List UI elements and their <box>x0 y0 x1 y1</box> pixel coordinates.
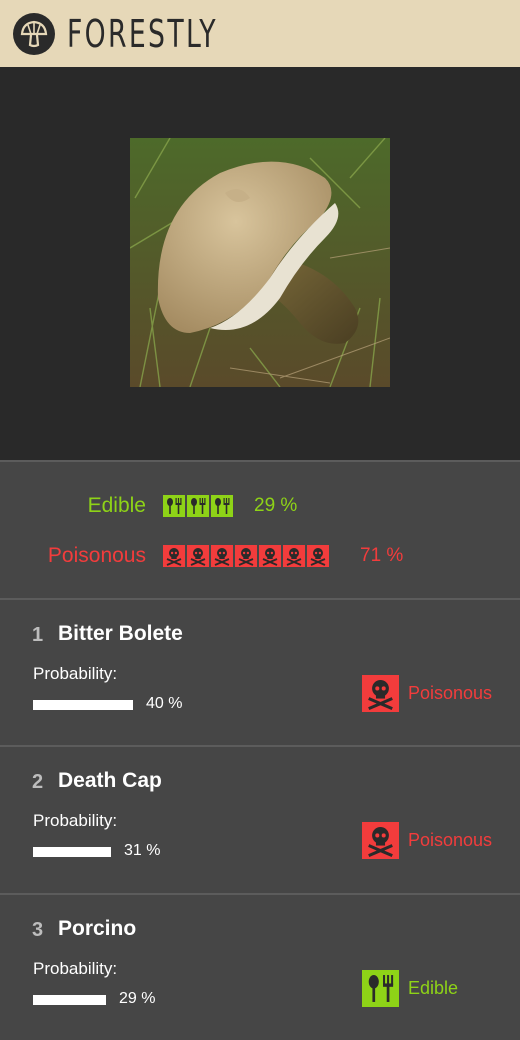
mushroom-logo-icon <box>13 12 55 55</box>
probability-percent: 31 % <box>124 842 161 859</box>
spoon-fork-icon <box>187 495 209 517</box>
probability-label: Probability: <box>33 664 118 683</box>
skull-crossbones-icon <box>362 675 399 712</box>
skull-crossbones-icon <box>235 545 257 567</box>
probability-percent: 29 % <box>119 990 156 1007</box>
skull-crossbones-icon <box>283 545 305 567</box>
result-card[interactable]: 3 Porcino Probability: 29 % Edible <box>0 895 520 1040</box>
poisonous-icon-bar <box>163 544 331 568</box>
spoon-fork-icon <box>211 495 233 517</box>
edible-summary-row: Edible 29 % <box>0 491 520 521</box>
result-card[interactable]: 2 Death Cap Probability: 31 % Poisonous <box>0 747 520 892</box>
app-header: FORESTLY <box>0 0 520 67</box>
app-title: FORESTLY <box>67 11 218 56</box>
spoon-fork-icon <box>362 970 399 1007</box>
result-name: Porcino <box>58 917 137 940</box>
probability-label: Probability: <box>33 959 118 978</box>
status-label: Edible <box>408 978 459 998</box>
poisonous-summary-row: Poisonous 71 % <box>0 541 520 571</box>
edible-label: Edible <box>87 494 146 517</box>
status-label: Poisonous <box>408 830 493 850</box>
probability-bar <box>33 700 133 710</box>
skull-crossbones-icon <box>307 545 329 567</box>
probability-bar <box>33 995 106 1005</box>
status-label: Poisonous <box>408 683 493 703</box>
skull-crossbones-icon <box>362 822 399 859</box>
mushroom-photo <box>130 138 390 387</box>
result-card[interactable]: 1 Bitter Bolete Probability: 40 % Poison… <box>0 600 520 745</box>
probability-label: Probability: <box>33 811 118 830</box>
photo-panel <box>0 67 520 460</box>
probability-bar <box>33 847 111 857</box>
skull-crossbones-icon <box>187 545 209 567</box>
result-name: Death Cap <box>58 769 162 792</box>
edible-percent: 29 % <box>254 495 298 516</box>
poisonous-percent: 71 % <box>360 545 404 566</box>
result-rank: 2 <box>32 771 44 793</box>
skull-crossbones-icon <box>259 545 281 567</box>
poisonous-label: Poisonous <box>47 544 146 567</box>
result-rank: 1 <box>32 624 44 646</box>
probability-percent: 40 % <box>146 695 183 712</box>
edibility-summary: Edible 29 % Poisonous 71 % <box>0 462 520 598</box>
edible-icon-bar <box>163 494 235 518</box>
result-name: Bitter Bolete <box>58 622 183 645</box>
skull-crossbones-icon <box>163 545 185 567</box>
result-rank: 3 <box>32 919 44 941</box>
skull-crossbones-icon <box>211 545 233 567</box>
spoon-fork-icon <box>163 495 185 517</box>
